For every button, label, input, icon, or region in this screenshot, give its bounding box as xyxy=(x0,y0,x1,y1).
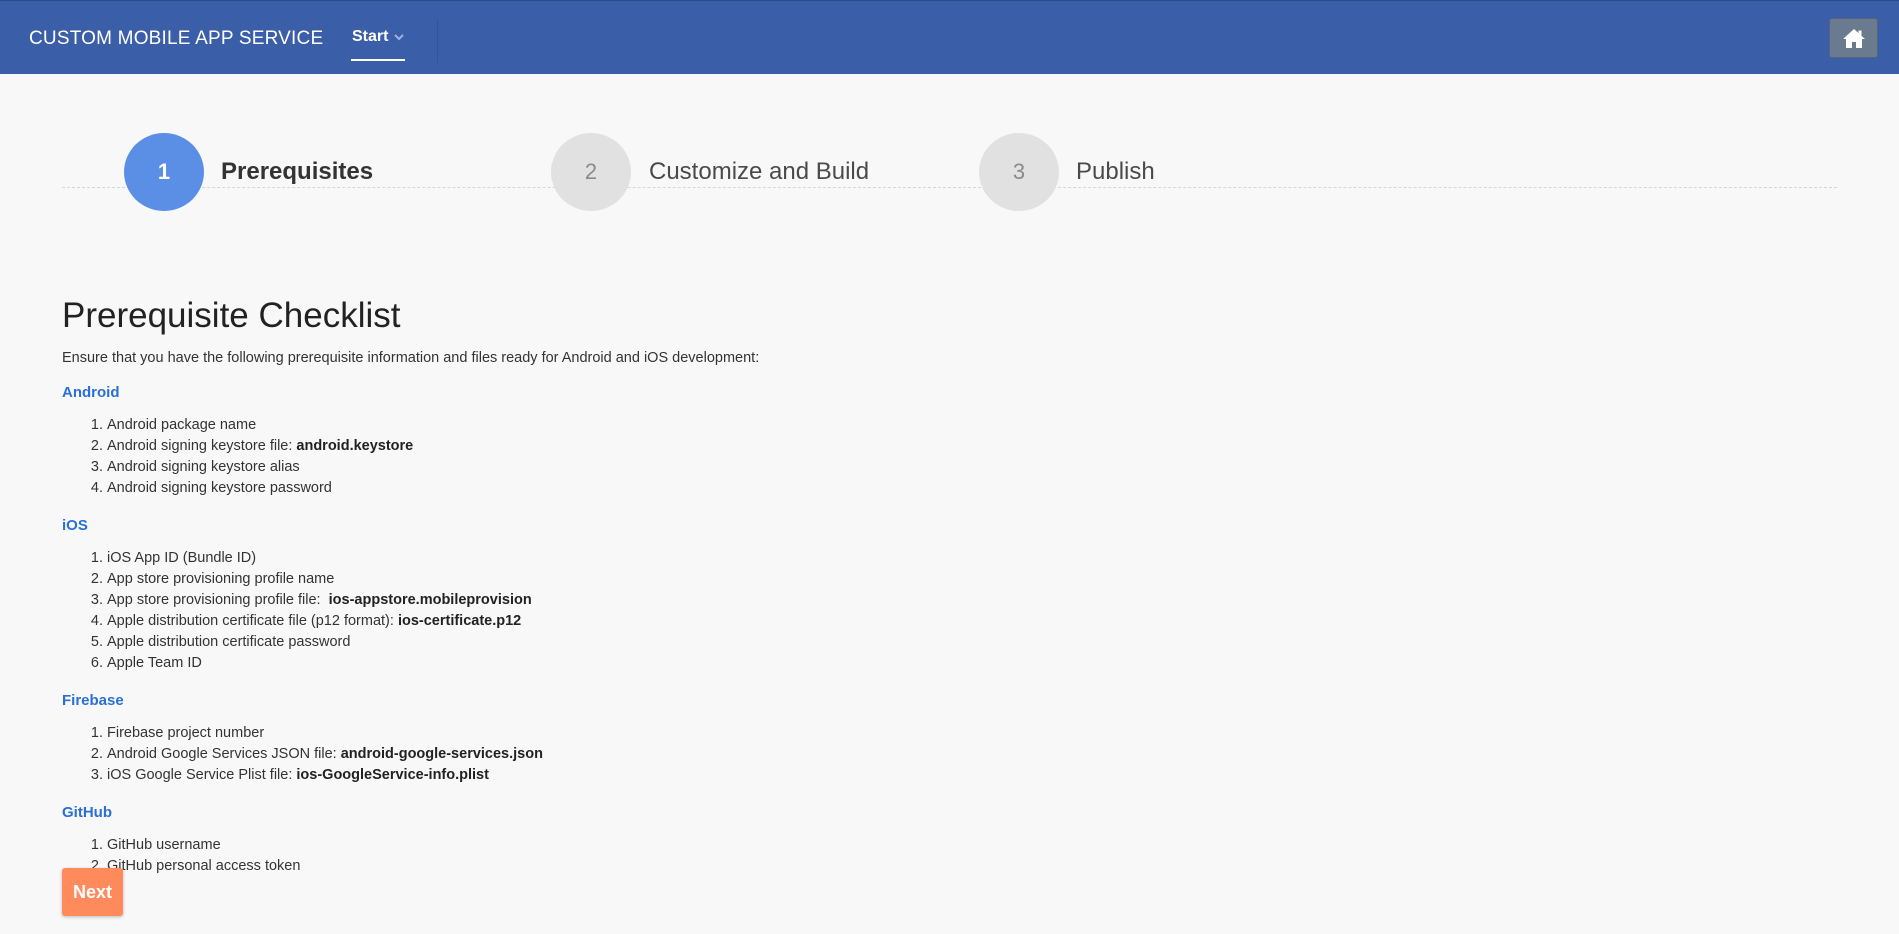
section-android: Android Android package name Android sig… xyxy=(62,384,1062,499)
list-item: iOS App ID (Bundle ID) xyxy=(107,548,1062,569)
list-item: Android Google Services JSON file: andro… xyxy=(107,744,1062,765)
list-item: Apple distribution certificate password xyxy=(107,632,1062,653)
list-item: GitHub username xyxy=(107,835,1062,856)
list-item: Apple distribution certificate file (p12… xyxy=(107,611,1062,632)
section-title-ios: iOS xyxy=(62,517,88,534)
list-item: iOS Google Service Plist file: ios-Googl… xyxy=(107,765,1062,786)
list-item: Android signing keystore alias xyxy=(107,457,1062,478)
android-items: Android package name Android signing key… xyxy=(62,415,1062,499)
stepper-track xyxy=(62,187,1837,188)
nav-start-dropdown[interactable]: Start xyxy=(351,1,405,75)
list-item: App store provisioning profile file: ios… xyxy=(107,590,1062,611)
list-item: Android signing keystore password xyxy=(107,478,1062,499)
next-button[interactable]: Next xyxy=(62,868,123,916)
step-2-circle[interactable]: 2 xyxy=(551,133,631,211)
step-2-label: Customize and Build xyxy=(649,158,870,185)
top-navbar: CUSTOM MOBILE APP SERVICE Start xyxy=(0,0,1899,74)
section-title-android: Android xyxy=(62,384,120,401)
step-3-number: 3 xyxy=(1012,159,1026,184)
list-item: Firebase project number xyxy=(107,723,1062,744)
home-button[interactable] xyxy=(1829,18,1878,58)
section-ios: iOS iOS App ID (Bundle ID) App store pro… xyxy=(62,517,1062,674)
checklist-panel: Prerequisite Checklist Ensure that you h… xyxy=(62,296,1062,877)
step-1-label: Prerequisites xyxy=(221,158,374,185)
step-2-number: 2 xyxy=(584,159,598,184)
section-firebase: Firebase Firebase project number Android… xyxy=(62,692,1062,786)
list-item: Apple Team ID xyxy=(107,653,1062,674)
section-title-firebase: Firebase xyxy=(62,692,124,709)
nav-start-label: Start xyxy=(352,28,389,45)
chevron-down-icon xyxy=(394,34,404,41)
step-1-circle[interactable]: 1 xyxy=(124,133,204,211)
list-item: GitHub personal access token xyxy=(107,856,1062,877)
checklist-intro: Ensure that you have the following prere… xyxy=(62,350,760,366)
section-title-github: GitHub xyxy=(62,804,112,821)
home-icon xyxy=(1843,29,1865,48)
github-items: GitHub username GitHub personal access t… xyxy=(62,835,1062,877)
step-3-label: Publish xyxy=(1076,158,1155,185)
brand-title[interactable]: CUSTOM MOBILE APP SERVICE xyxy=(29,28,323,50)
ios-items: iOS App ID (Bundle ID) App store provisi… xyxy=(62,548,1062,674)
list-item: Android package name xyxy=(107,415,1062,436)
firebase-items: Firebase project number Android Google S… xyxy=(62,723,1062,786)
list-item: App store provisioning profile name xyxy=(107,569,1062,590)
list-item: Android signing keystore file: android.k… xyxy=(107,436,1062,457)
nav-active-underline xyxy=(351,59,405,61)
step-3-circle[interactable]: 3 xyxy=(979,133,1059,211)
page-title: Prerequisite Checklist xyxy=(62,296,401,335)
step-1-number: 1 xyxy=(157,159,171,184)
nav-divider xyxy=(437,19,438,63)
section-github: GitHub GitHub username GitHub personal a… xyxy=(62,804,1062,877)
